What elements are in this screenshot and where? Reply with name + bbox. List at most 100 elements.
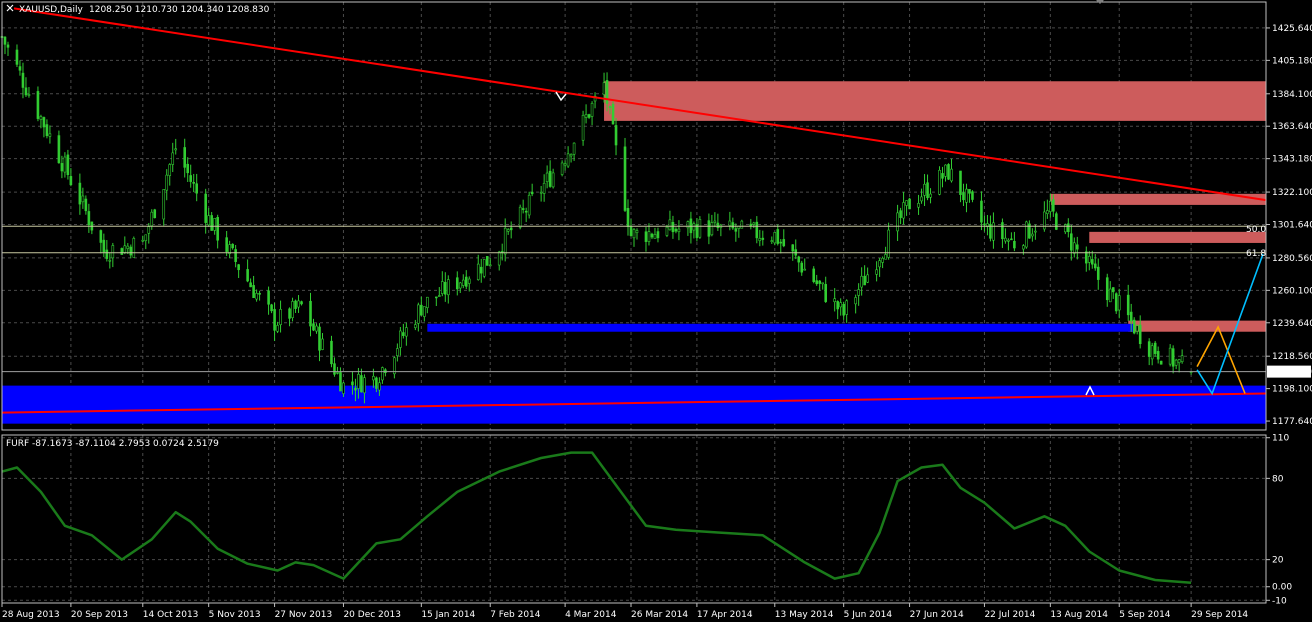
candle-body (258, 293, 261, 295)
candle-body (423, 306, 426, 317)
candle-body (60, 163, 64, 172)
candle-body (758, 238, 762, 242)
chart-canvas[interactable]: 1425.640 1405.180 1384.100 1363.640 1343.180… (0, 0, 1312, 622)
candle-body (854, 297, 857, 305)
candle-body (917, 203, 920, 208)
candle-body (950, 168, 953, 182)
date-tick-label: 27 Nov 2013 (275, 610, 333, 620)
candle-body (812, 268, 816, 282)
candle-body (923, 183, 926, 196)
candle-body (273, 309, 276, 331)
candle-body (102, 239, 106, 253)
support-zone (2, 385, 1266, 424)
candle-body (372, 375, 375, 381)
candle-body (896, 212, 899, 232)
date-tick-label: 28 Aug 2013 (2, 610, 60, 620)
candle-body (635, 230, 639, 233)
candle-body (539, 191, 543, 194)
candle-body (144, 234, 148, 242)
candle-body (455, 277, 459, 290)
candle-body (213, 218, 216, 231)
candle-body (279, 309, 282, 325)
candle-body (1052, 199, 1055, 212)
candle-body (833, 298, 836, 303)
candle-body (476, 263, 480, 280)
candle-body (42, 117, 46, 128)
candle-body (770, 240, 774, 242)
candle-body (402, 332, 405, 336)
candle-body (1049, 200, 1052, 212)
candle-body (527, 194, 531, 216)
candle-body (1156, 351, 1160, 360)
candle-body (417, 304, 420, 324)
candle-body (656, 231, 660, 239)
candle-body (755, 221, 759, 239)
candle-body (225, 237, 228, 252)
fib-50-label: 50.0 (1246, 225, 1266, 235)
candle-body (773, 232, 777, 244)
candle-body (545, 172, 549, 182)
candle-body (315, 325, 318, 332)
candle-body (791, 244, 795, 252)
candle-body (207, 215, 210, 226)
candle-body (318, 326, 321, 351)
candle-body (276, 325, 279, 332)
candle-body (602, 82, 606, 95)
candle-body (728, 220, 732, 226)
candle-body (992, 222, 995, 241)
candle-body (857, 289, 860, 296)
candle-body (246, 269, 249, 282)
candle-body (446, 279, 450, 296)
candle-body (1177, 359, 1181, 364)
candle-body (297, 300, 300, 308)
candle-body (461, 279, 465, 286)
candle-body (1010, 238, 1013, 241)
candle-body (458, 282, 462, 289)
candle-body (3, 36, 7, 45)
candle-body (84, 198, 88, 212)
price-tick-label: 1343.180 (1272, 155, 1312, 165)
price-tick-label: 1280.560 (1272, 254, 1312, 264)
candle-body (1111, 287, 1115, 293)
candle-body (845, 300, 848, 315)
candle-body (333, 363, 336, 375)
candle-body (1105, 277, 1109, 301)
candle-body (321, 338, 324, 350)
candle-body (938, 169, 941, 195)
candle-body (566, 153, 570, 167)
candle-body (153, 209, 157, 219)
date-tick-label: 13 Aug 2014 (1050, 610, 1108, 620)
date-tick-label: 17 Apr 2014 (697, 610, 753, 620)
candle-body (195, 183, 198, 194)
candle-body (776, 229, 780, 244)
date-tick-label: 14 Oct 2013 (143, 610, 199, 620)
candle-body (162, 189, 166, 220)
date-tick-label: 4 Mar 2014 (565, 610, 617, 620)
candle-body (926, 182, 929, 199)
candle-body (908, 198, 911, 210)
candle-body (1007, 239, 1010, 242)
candle-body (821, 282, 825, 285)
candle-body (1171, 348, 1175, 367)
candle-body (1108, 288, 1112, 303)
price-tick-label: 1363.640 (1272, 122, 1312, 132)
candle-body (485, 256, 489, 266)
candle-body (1001, 222, 1004, 240)
candle-body (39, 116, 43, 120)
candle-body (929, 193, 932, 198)
candle-body (234, 249, 237, 262)
candle-body (971, 191, 974, 200)
candle-body (836, 301, 839, 310)
candle-body (204, 193, 207, 223)
candle-body (237, 264, 240, 271)
candle-body (351, 381, 354, 386)
candle-body (542, 182, 546, 194)
candle-body (414, 324, 417, 328)
candle-body (1150, 345, 1154, 360)
candle-body (1132, 319, 1136, 334)
candle-body (947, 164, 950, 180)
candle-body (24, 87, 28, 96)
candle-body (120, 248, 124, 255)
candle-body (141, 239, 145, 242)
candle-body (375, 377, 378, 389)
